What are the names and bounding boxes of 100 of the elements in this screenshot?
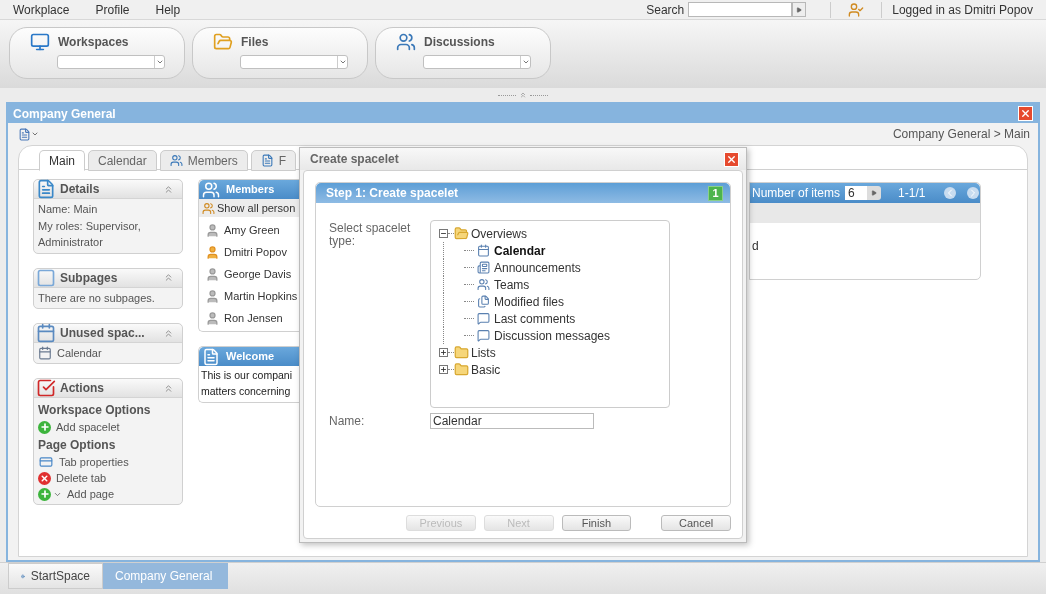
- items-count-label: Number of items: [752, 185, 841, 202]
- menu-item[interactable]: Workplace: [13, 0, 70, 19]
- member-name[interactable]: Ron Jensen: [224, 309, 283, 327]
- tree-item[interactable]: Lists: [471, 343, 496, 362]
- document-icon: [260, 154, 274, 167]
- people-icon: [202, 201, 215, 215]
- people-icon: [396, 32, 416, 52]
- play-icon: [796, 6, 803, 13]
- tab[interactable]: Main: [39, 150, 85, 171]
- chat-icon: [477, 329, 490, 342]
- menu-item[interactable]: Help: [155, 0, 181, 19]
- member-name[interactable]: George Davis: [224, 265, 292, 283]
- dropdown[interactable]: [57, 55, 165, 69]
- widget-title: Subpages: [60, 269, 118, 287]
- welcome-text: This is our compani: [201, 368, 294, 383]
- widget-text: My roles: Supervisor, Administrator: [38, 218, 142, 250]
- field-label: Name:: [329, 413, 366, 430]
- tree-item[interactable]: Last comments: [494, 309, 576, 328]
- widget-title: Details: [60, 181, 100, 198]
- calendar-icon: [36, 323, 56, 343]
- page-icon: [36, 267, 56, 288]
- section-heading: Page Options: [38, 437, 117, 454]
- member-name[interactable]: Amy Green: [224, 221, 280, 239]
- step-number-badge: 1: [708, 185, 723, 201]
- search-go-button[interactable]: [792, 2, 807, 17]
- tree-item[interactable]: Modified files: [494, 292, 565, 311]
- panel-title: Welcome: [226, 349, 275, 365]
- expand-toggle[interactable]: [439, 348, 448, 357]
- taskbar-tab[interactable]: StartSpace: [8, 563, 103, 589]
- tab[interactable]: Members: [159, 150, 248, 171]
- action-link[interactable]: Calendar: [57, 344, 102, 362]
- tab-icon: [38, 455, 54, 469]
- dialog-button[interactable]: Finish: [561, 515, 632, 531]
- collapse-icon[interactable]: [163, 382, 174, 394]
- document-icon: [36, 179, 56, 199]
- tab[interactable]: F: [250, 150, 297, 171]
- people-icon: [477, 278, 490, 291]
- action-link[interactable]: Add page: [67, 485, 115, 503]
- widget-text: There are no subpages.: [38, 290, 156, 306]
- close-icon: [1020, 108, 1031, 119]
- splitter-handle[interactable]: [498, 92, 548, 98]
- calendar-icon: [477, 244, 490, 257]
- caret-icon: [521, 58, 530, 66]
- panel-title: Members: [226, 182, 275, 198]
- items-count-field[interactable]: 6: [845, 186, 868, 200]
- launcher-label[interactable]: Files: [241, 33, 269, 51]
- plus-icon: [440, 366, 447, 373]
- folder-icon: [454, 226, 469, 241]
- user-icon[interactable]: [848, 1, 865, 18]
- window-title: Company General: [13, 105, 116, 123]
- play-icon: [871, 190, 878, 196]
- breadcrumb: Company General > Main: [892, 126, 1030, 143]
- calendar-icon: [38, 346, 52, 360]
- action-link[interactable]: Delete tab: [56, 469, 107, 487]
- tree-item[interactable]: Announcements: [494, 258, 581, 277]
- close-button[interactable]: [724, 151, 739, 167]
- collapse-icon[interactable]: [163, 327, 174, 339]
- launcher-label[interactable]: Workspaces: [58, 33, 129, 51]
- add-icon: [38, 420, 51, 434]
- expand-toggle[interactable]: [439, 365, 448, 374]
- dialog-title: Create spacelet: [310, 151, 399, 168]
- tree-item[interactable]: Basic: [471, 360, 501, 379]
- page-range: 1-1/1: [898, 185, 926, 202]
- folder-icon: [213, 32, 233, 52]
- tree-item[interactable]: Calendar: [494, 241, 546, 260]
- apply-button[interactable]: [867, 186, 882, 200]
- tree-item[interactable]: Discussion messages: [494, 326, 611, 345]
- collapse-toggle[interactable]: [439, 229, 448, 238]
- add-menu-icon: [38, 487, 62, 501]
- launcher-label[interactable]: Discussions: [424, 33, 495, 51]
- dropdown[interactable]: [423, 55, 531, 69]
- dropdown[interactable]: [240, 55, 348, 69]
- monitor-icon: [30, 32, 50, 52]
- folder-icon: [454, 362, 469, 377]
- checklist-icon: [36, 378, 56, 398]
- widget-title: Unused spac...: [60, 325, 145, 342]
- close-button[interactable]: [1018, 106, 1033, 121]
- action-link[interactable]: Add spacelet: [56, 418, 120, 436]
- next-page-icon[interactable]: [967, 187, 980, 199]
- login-status: Logged in as Dmitri Popov: [892, 1, 1033, 19]
- previous-page-icon[interactable]: [944, 187, 957, 199]
- member-name[interactable]: Dmitri Popov: [224, 243, 287, 261]
- tab[interactable]: Calendar: [88, 150, 157, 171]
- chat-icon: [477, 312, 490, 325]
- type-tree[interactable]: Overviews Calendar Announcements Teams Modified files Last comments Discussion messages Lists Basic: [430, 220, 670, 408]
- tree-item[interactable]: Overviews: [471, 224, 527, 243]
- search-field[interactable]: [688, 2, 793, 17]
- page-menu-icon[interactable]: [18, 127, 39, 141]
- documents-icon: [477, 295, 490, 308]
- collapse-icon[interactable]: [163, 183, 174, 195]
- collapse-icon[interactable]: [163, 272, 174, 283]
- name-field[interactable]: Calendar: [430, 413, 594, 429]
- dialog-button[interactable]: Cancel: [661, 515, 731, 531]
- member-name[interactable]: Martin Hopkins: [224, 287, 298, 305]
- menu-item[interactable]: Profile: [95, 0, 130, 19]
- caret-icon: [155, 58, 164, 66]
- tree-item[interactable]: Teams: [494, 275, 530, 294]
- action-link[interactable]: Tab properties: [59, 453, 129, 471]
- list-cell-text: d: [752, 238, 760, 255]
- widget-text: Name: Main: [38, 202, 99, 217]
